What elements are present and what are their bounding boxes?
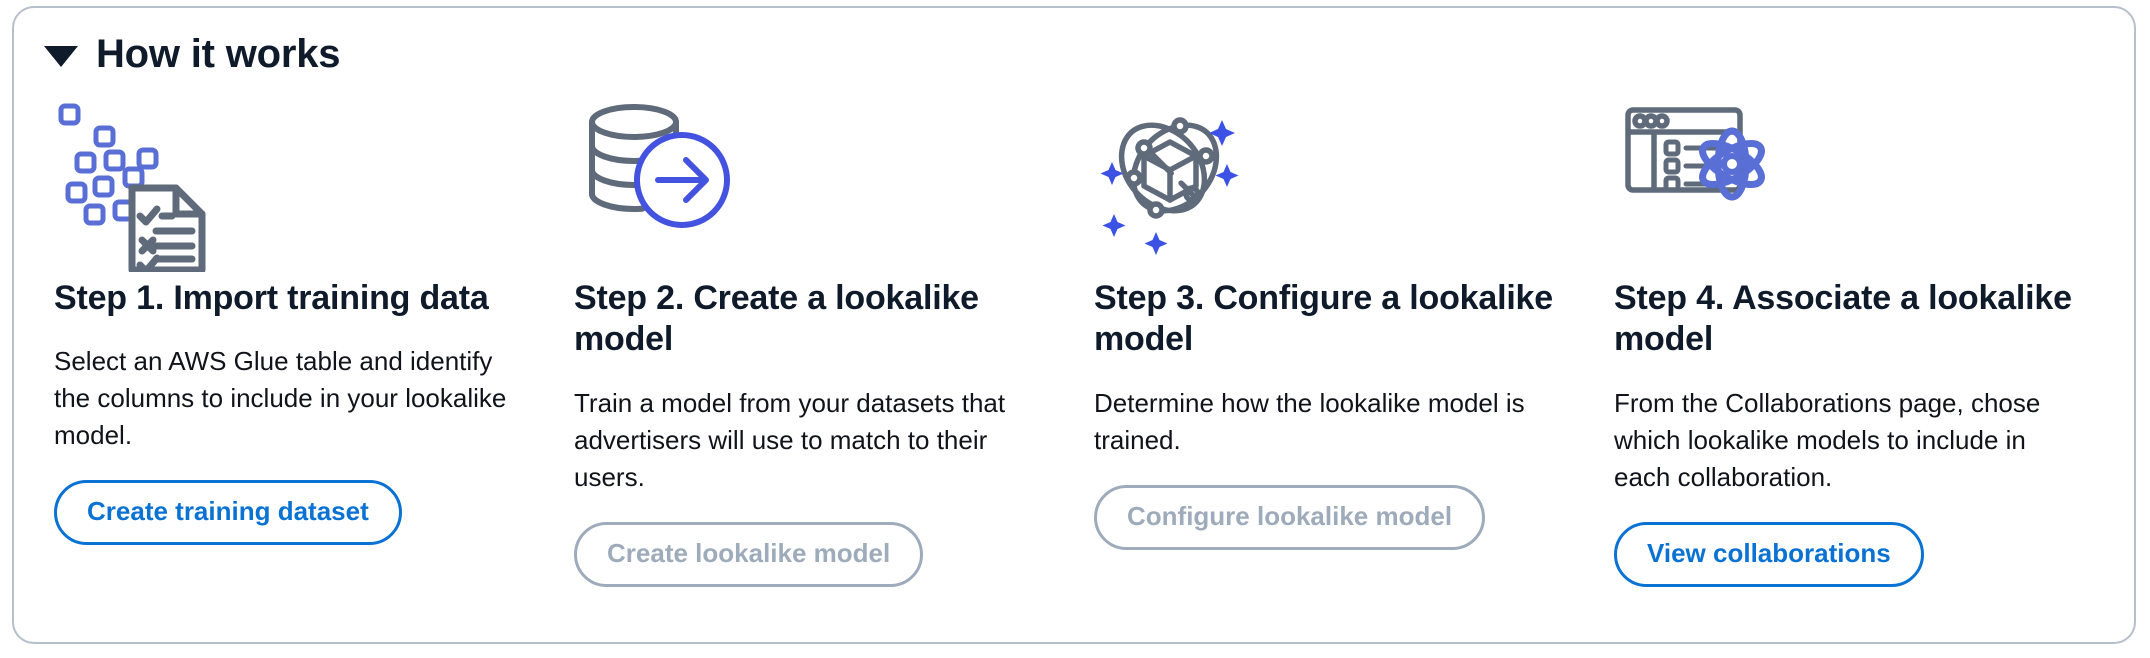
how-it-works-panel: How it works Step 1. Import training dat…	[12, 6, 2136, 644]
caret-down-icon[interactable]	[44, 45, 78, 67]
step-4-title: Step 4. Associate a lookalike model	[1614, 279, 2072, 359]
step-card-4: Step 4. Associate a lookalike model From…	[1614, 84, 2134, 587]
step-card-2: Step 2. Create a lookalike model Train a…	[574, 84, 1094, 587]
step-card-1: Step 1. Import training data Select an A…	[54, 84, 574, 587]
step-2-button-row: Create lookalike model	[574, 521, 1046, 587]
view-collaborations-button[interactable]: View collaborations	[1614, 521, 1924, 587]
create-lookalike-model-button[interactable]: Create lookalike model	[574, 521, 924, 587]
document-checklist-data-icon	[58, 103, 206, 272]
step-3-icon-wrap	[1094, 84, 1566, 278]
step-3-title: Step 3. Configure a lookalike model	[1094, 279, 1553, 359]
page-title: How it works	[96, 32, 341, 76]
step-4-description: From the Collaborations page, chose whic…	[1614, 387, 2041, 492]
step-4-button-row: View collaborations	[1614, 521, 2086, 587]
step-2-icon-wrap	[574, 84, 1046, 278]
browser-list-atom-icon	[1625, 107, 1765, 201]
step-3-button-row: Configure lookalike model	[1094, 484, 1566, 550]
step-3-description: Determine how the lookalike model is tra…	[1094, 387, 1525, 455]
step-1-button-row: Create training dataset	[54, 480, 526, 546]
panel-header[interactable]: How it works	[14, 8, 2134, 74]
create-training-dataset-button[interactable]: Create training dataset	[54, 480, 402, 546]
step-card-3: Step 3. Configure a lookalike model Dete…	[1094, 84, 1614, 587]
step-2-title: Step 2. Create a lookalike model	[574, 279, 979, 359]
database-arrow-icon	[589, 104, 730, 228]
step-4-icon-wrap	[1614, 84, 2086, 278]
step-1-title: Step 1. Import training data	[54, 279, 489, 317]
step-1-icon-wrap	[54, 84, 526, 278]
configure-lookalike-model-button[interactable]: Configure lookalike model	[1094, 484, 1486, 550]
atom-cube-sparkle-icon	[1100, 117, 1239, 255]
step-1-description: Select an AWS Glue table and identify th…	[54, 346, 507, 451]
step-2-description: Train a model from your datasets that ad…	[574, 387, 1006, 492]
steps-container: Step 1. Import training data Select an A…	[14, 74, 2134, 587]
